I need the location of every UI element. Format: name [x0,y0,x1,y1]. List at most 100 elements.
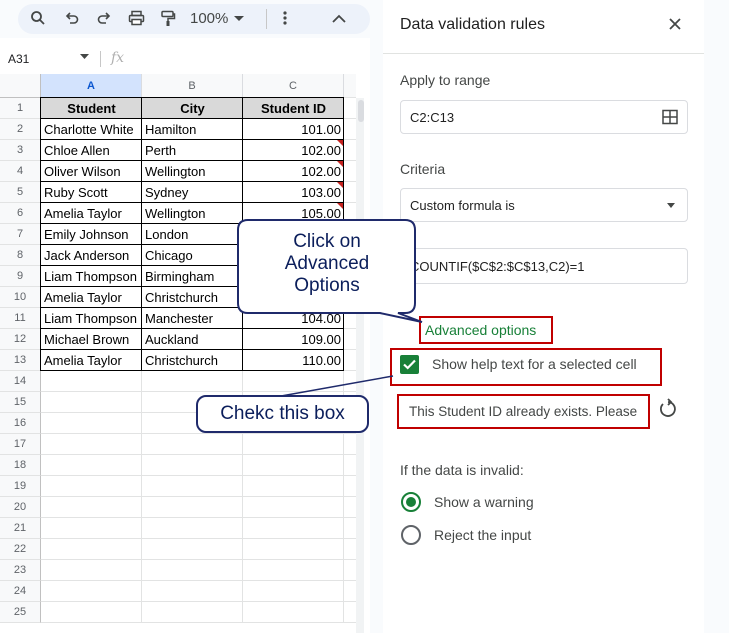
table-cell[interactable]: 105.00 [243,203,344,224]
undo-icon[interactable] [61,7,83,29]
row-header[interactable]: 6 [0,203,41,224]
table-cell[interactable]: 103.00 [243,182,344,203]
table-cell[interactable]: Auckland [142,329,243,350]
row-header[interactable]: 8 [0,245,41,266]
formula-input[interactable]: COUNTIF($C$2:$C$13,C2)=1 [400,248,688,284]
table-cell[interactable]: Liam Thompson [41,308,142,329]
row-header[interactable]: 13 [0,350,41,371]
row-header[interactable]: 4 [0,161,41,182]
grid-select-icon[interactable] [662,109,678,125]
table-cell[interactable]: Emily Johnson [41,224,142,245]
checkbox-callout-text: Chekc this box [220,403,345,424]
table-cell[interactable]: Sydney [142,182,243,203]
row-header[interactable]: 15 [0,392,41,413]
show-help-label: Show help text for a selected cell [432,356,637,372]
formula-bar-separator [100,51,101,67]
table-border [141,97,142,371]
range-input[interactable]: C2:C13 [400,100,688,134]
table-cell[interactable]: Amelia Taylor [41,203,142,224]
row-header[interactable]: 9 [0,266,41,287]
row-header[interactable]: 11 [0,308,41,329]
table-cell[interactable]: 110.00 [243,350,344,371]
print-icon[interactable] [125,7,147,29]
radio-reject-input[interactable] [401,525,421,545]
column-header-c[interactable]: C [243,74,344,98]
criteria-select[interactable]: Custom formula is [400,188,688,222]
grid-line [41,601,356,602]
table-cell[interactable]: Jack Anderson [41,245,142,266]
table-cell[interactable]: Wellington [142,161,243,182]
row-header[interactable]: 23 [0,560,41,581]
select-all-corner[interactable] [0,74,41,98]
table-cell[interactable]: Perth [142,140,243,161]
vertical-scrollbar[interactable] [356,98,364,633]
row-header[interactable]: 17 [0,434,41,455]
row-header[interactable]: 7 [0,224,41,245]
table-cell[interactable]: 104.00 [243,308,344,329]
row-header[interactable]: 19 [0,476,41,497]
table-cell[interactable]: Amelia Taylor [41,350,142,371]
table-cell[interactable]: Birmingham [142,266,243,287]
row-header[interactable]: 3 [0,140,41,161]
row-header[interactable]: 2 [0,119,41,140]
table-border [40,97,41,371]
column-header-b[interactable]: B [142,74,243,98]
row-header[interactable]: 1 [0,98,41,119]
advanced-options-link[interactable]: Advanced options [419,316,553,344]
redo-icon[interactable] [93,7,115,29]
row-header[interactable]: 14 [0,371,41,392]
table-cell[interactable]: Hamilton [142,119,243,140]
paint-format-icon[interactable] [157,7,179,29]
invalid-data-marker [337,161,343,167]
table-cell[interactable]: London [142,224,243,245]
row-header[interactable]: 16 [0,413,41,434]
table-cell[interactable]: Ruby Scott [41,182,142,203]
column-header-d[interactable] [344,74,356,98]
close-icon[interactable] [669,18,681,30]
table-cell[interactable]: Chloe Allen [41,140,142,161]
table-cell[interactable]: Charlotte White [41,119,142,140]
table-cell[interactable]: Oliver Wilson [41,161,142,182]
more-vert-icon[interactable] [274,7,296,29]
reset-icon[interactable] [657,398,679,420]
table-cell[interactable]: Christchurch [142,287,243,308]
row-header[interactable]: 20 [0,497,41,518]
table-cell[interactable]: Liam Thompson [41,266,142,287]
table-cell[interactable]: Manchester [142,308,243,329]
search-icon[interactable] [27,7,49,29]
header-cell[interactable]: Student ID [243,98,344,119]
table-cell[interactable]: 102.00 [243,140,344,161]
row-header[interactable]: 10 [0,287,41,308]
table-cell[interactable]: 109.00 [243,329,344,350]
fx-icon: fx [111,50,125,66]
row-header[interactable]: 25 [0,602,41,623]
show-help-checkbox[interactable] [400,355,419,374]
grid-line [41,391,356,392]
name-box-caret-icon[interactable] [80,54,89,60]
name-box[interactable]: A31 [8,52,29,66]
row-header[interactable]: 18 [0,455,41,476]
table-cell[interactable]: Chicago [142,245,243,266]
advanced-options-label: Advanced options [425,322,537,338]
table-cell[interactable]: Michael Brown [41,329,142,350]
column-header-a[interactable]: A [41,74,142,98]
help-text-input[interactable]: This Student ID already exists. Please [397,394,650,429]
zoom-select[interactable]: 100% [190,10,245,27]
row-header[interactable]: 12 [0,329,41,350]
vertical-scrollbar-thumb[interactable] [358,100,364,122]
table-cell[interactable]: Amelia Taylor [41,287,142,308]
table-cell[interactable]: Christchurch [142,350,243,371]
table-border [41,181,344,182]
row-header[interactable]: 21 [0,518,41,539]
row-header[interactable]: 5 [0,182,41,203]
table-cell[interactable]: 101.00 [243,119,344,140]
table-cell[interactable]: Wellington [142,203,243,224]
chevron-up-icon[interactable] [328,7,350,29]
grid-line [41,475,356,476]
row-header[interactable]: 22 [0,539,41,560]
header-cell[interactable]: Student [41,98,142,119]
table-cell[interactable]: 102.00 [243,161,344,182]
row-header[interactable]: 24 [0,581,41,602]
radio-show-warning[interactable] [401,492,421,512]
header-cell[interactable]: City [142,98,243,119]
